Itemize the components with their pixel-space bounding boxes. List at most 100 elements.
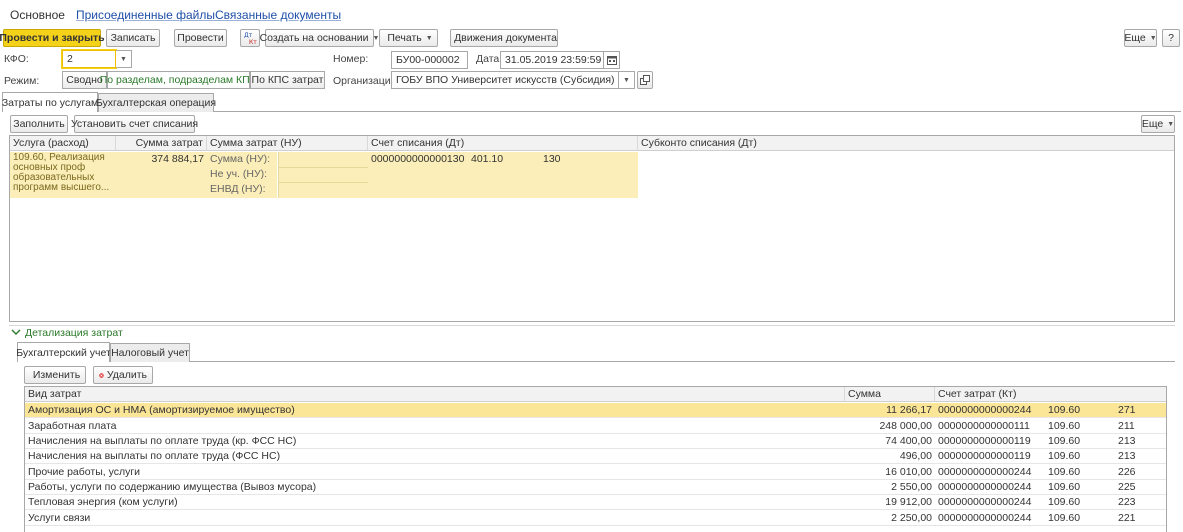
cost-type-cell[interactable]: Заработная плата [25,419,845,433]
post-button[interactable]: Провести [174,29,227,47]
column-header-sum[interactable]: Сумма затрат [116,136,207,151]
cost-code-cell[interactable]: 0000000000000119 [935,434,1045,448]
nav-main[interactable]: Основное [4,6,71,24]
cost-kosgu-cell[interactable]: 221 [1115,511,1166,525]
organization-open-button[interactable] [637,71,653,89]
document-movements-button[interactable]: Движения документа [450,29,558,47]
kosgu-cell[interactable]: 130 [540,152,638,198]
cost-type-cell[interactable]: Услуги связи [25,511,845,525]
mode-by-kps-button[interactable]: По КПС затрат [250,71,325,89]
cost-account-cell[interactable]: 109.60 [1045,449,1115,463]
delete-button[interactable]: Удалить [93,366,153,384]
envd-value[interactable] [278,182,368,198]
cost-account-cell[interactable]: 109.60 [1045,465,1115,479]
create-based-on-button[interactable]: Создать на основании ▼ [260,29,379,47]
table-row[interactable]: Работы, услуги по содержанию имущества (… [25,480,1166,495]
table-row[interactable]: Амортизация ОС и НМА (амортизируемое иму… [25,403,1166,418]
cost-type-cell[interactable]: Амортизация ОС и НМА (амортизируемое иму… [25,403,845,417]
cost-type-cell[interactable]: Начисления на выплаты по оплате труда (Ф… [25,449,845,463]
organization-input[interactable]: ГОБУ ВПО Университет искусств (Субсидия) [391,71,619,89]
organization-dropdown-button[interactable]: ▼ [619,71,635,89]
fill-button[interactable]: Заполнить [10,115,68,133]
column-header-sum-nu[interactable]: Сумма затрат (НУ) [207,136,368,151]
cost-kosgu-cell[interactable]: 271 [1115,403,1166,417]
cost-code-cell[interactable]: 0000000000000244 [935,480,1045,494]
account-cell[interactable]: 401.10 [468,152,540,198]
cost-code-cell[interactable]: 0000000000000244 [935,495,1045,509]
table-row[interactable]: Начисления на выплаты по оплате труда (к… [25,434,1166,449]
cost-code-cell[interactable]: 0000000000000244 [935,511,1045,525]
cost-account-cell[interactable]: 109.60 [1045,495,1115,509]
save-button[interactable]: Записать [106,29,160,47]
sum-nu-value[interactable] [278,152,368,167]
cost-account-cell[interactable]: 109.60 [1045,419,1115,433]
table-row[interactable]: Заработная плата 248 000,00 000000000000… [25,419,1166,434]
number-input[interactable]: БУ00-000002 [391,51,468,69]
cost-sum-cell[interactable]: 11 266,17 [845,403,935,417]
kfo-input[interactable]: 2 [62,50,116,68]
cost-code-cell[interactable]: 0000000000000244 [935,465,1045,479]
cost-account-cell[interactable]: 109.60 [1045,511,1115,525]
cost-type-cell[interactable]: Начисления на выплаты по оплате труда (к… [25,434,845,448]
cost-kosgu-cell[interactable]: 211 [1115,419,1166,433]
table-row[interactable]: Начисления на выплаты по оплате труда (Ф… [25,449,1166,464]
cost-sum-cell[interactable]: 2 250,00 [845,511,935,525]
cost-type-cell[interactable]: Тепловая энергия (ком услуги) [25,495,845,509]
column-header-service[interactable]: Услуга (расход) [10,136,116,151]
dt-kt-button[interactable]: Дт Кт [240,29,260,47]
cost-kosgu-cell[interactable]: 223 [1115,495,1166,509]
post-and-close-button[interactable]: Провести и закрыть [0,29,105,47]
column-header-subconto[interactable]: Субконто списания (Дт) [638,136,1174,151]
cost-sum-cell[interactable]: 2 550,00 [845,480,935,494]
detail-table[interactable]: Вид затрат Сумма Счет затрат (Кт) Аморти… [24,386,1167,532]
calendar-button[interactable] [604,51,620,69]
cost-sum-cell[interactable]: 19 912,00 [845,495,935,509]
set-write-off-account-button[interactable]: Установить счет списания [71,115,198,133]
kfo-dropdown-button[interactable]: ▼ [116,50,132,68]
cost-account-cell[interactable]: 109.60 [1045,434,1115,448]
column-header-cost-account[interactable]: Счет затрат (Кт) [935,387,1166,402]
table-row[interactable]: Услуги связи 2 250,00 0000000000000244 1… [25,511,1166,526]
cost-kosgu-cell[interactable]: 225 [1115,480,1166,494]
cost-type-cell[interactable]: Работы, услуги по содержанию имущества (… [25,480,845,494]
cost-sum-cell[interactable]: 74 400,00 [845,434,935,448]
tab-costs-by-services[interactable]: Затраты по услугам [2,92,98,112]
costs-table[interactable]: Услуга (расход) Сумма затрат Сумма затра… [9,135,1175,322]
cost-account-cell[interactable]: 109.60 [1045,480,1115,494]
sum-cell[interactable]: 374 884,17 [116,152,207,198]
cost-code-cell[interactable]: 0000000000000119 [935,449,1045,463]
table-row[interactable]: Тепловая энергия (ком услуги) 19 912,00 … [25,495,1166,510]
account-code-cell[interactable]: 0000000000000130 [368,152,468,198]
nav-related-documents[interactable]: Связанные документы [209,6,347,24]
table-row[interactable]: 109.60, Реализация основных проф образов… [10,152,638,198]
cost-kosgu-cell[interactable]: 226 [1115,465,1166,479]
table-row[interactable]: Прочие работы, услуги 16 010,00 00000000… [25,465,1166,480]
tab-accounting[interactable]: Бухгалтерский учет [16,342,111,362]
cost-code-cell[interactable]: 0000000000000111 [935,419,1045,433]
service-cell[interactable]: 109.60, Реализация основных проф образов… [10,152,116,198]
more-button[interactable]: Еще ▼ [1124,29,1157,47]
cost-type-cell[interactable]: Прочие работы, услуги [25,465,845,479]
not-counted-value[interactable] [278,167,368,182]
costs-more-button[interactable]: Еще ▼ [1141,115,1175,133]
tab-accounting-operation[interactable]: Бухгалтерская операция [96,93,216,112]
print-button[interactable]: Печать ▼ [379,29,438,47]
detail-section-title[interactable]: Детализация затрат [25,327,123,339]
cost-sum-cell[interactable]: 16 010,00 [845,465,935,479]
cost-account-cell[interactable]: 109.60 [1045,403,1115,417]
cost-kosgu-cell[interactable]: 213 [1115,434,1166,448]
help-button[interactable]: ? [1162,29,1180,47]
mode-by-sections-button[interactable]: По разделам, подразделам КПС [100,71,257,89]
cost-kosgu-cell[interactable]: 213 [1115,449,1166,463]
column-header-type[interactable]: Вид затрат [25,387,845,402]
cost-code-cell[interactable]: 0000000000000244 [935,403,1045,417]
nav-attached-files[interactable]: Присоединенные файлы [70,6,221,24]
column-header-account[interactable]: Счет списания (Дт) [368,136,638,151]
column-header-sum[interactable]: Сумма [845,387,935,402]
date-input[interactable]: 31.05.2019 23:59:59 [500,51,604,69]
chevron-down-icon[interactable] [11,328,21,336]
edit-button[interactable]: Изменить [24,366,86,384]
cost-sum-cell[interactable]: 496,00 [845,449,935,463]
tab-tax[interactable]: Налоговый учет [110,343,190,362]
cost-sum-cell[interactable]: 248 000,00 [845,419,935,433]
